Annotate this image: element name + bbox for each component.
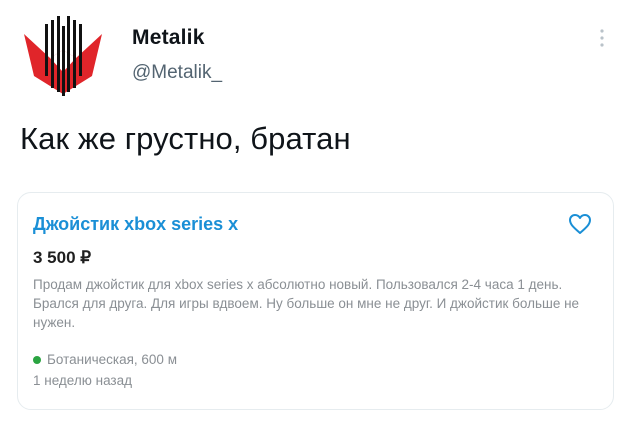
listing-posted-time: 1 неделю назад bbox=[33, 373, 133, 388]
listing-description: Продам джойстик для xbox series x абсолю… bbox=[33, 277, 580, 330]
listing-title[interactable]: Джойстик xbox series x bbox=[33, 214, 238, 235]
avatar[interactable] bbox=[20, 14, 106, 100]
heart-icon[interactable] bbox=[568, 213, 592, 235]
metro-dot-icon bbox=[33, 355, 41, 364]
location-label: Ботаническая, 600 м bbox=[47, 352, 177, 367]
tweet-header: Metalik @Metalik_ bbox=[0, 0, 634, 110]
tweet-text: Как же грустно, братан bbox=[20, 121, 351, 156]
listing-location: Ботаническая, 600 м bbox=[33, 352, 177, 367]
listing-price: 3 500 ₽ bbox=[33, 248, 92, 267]
author-name[interactable]: Metalik bbox=[132, 26, 205, 50]
author-handle[interactable]: @Metalik_ bbox=[132, 62, 222, 84]
listing-card[interactable]: Джойстик xbox series x 3 500 ₽ Продам дж… bbox=[17, 192, 614, 410]
more-vertical-icon[interactable] bbox=[592, 26, 612, 50]
